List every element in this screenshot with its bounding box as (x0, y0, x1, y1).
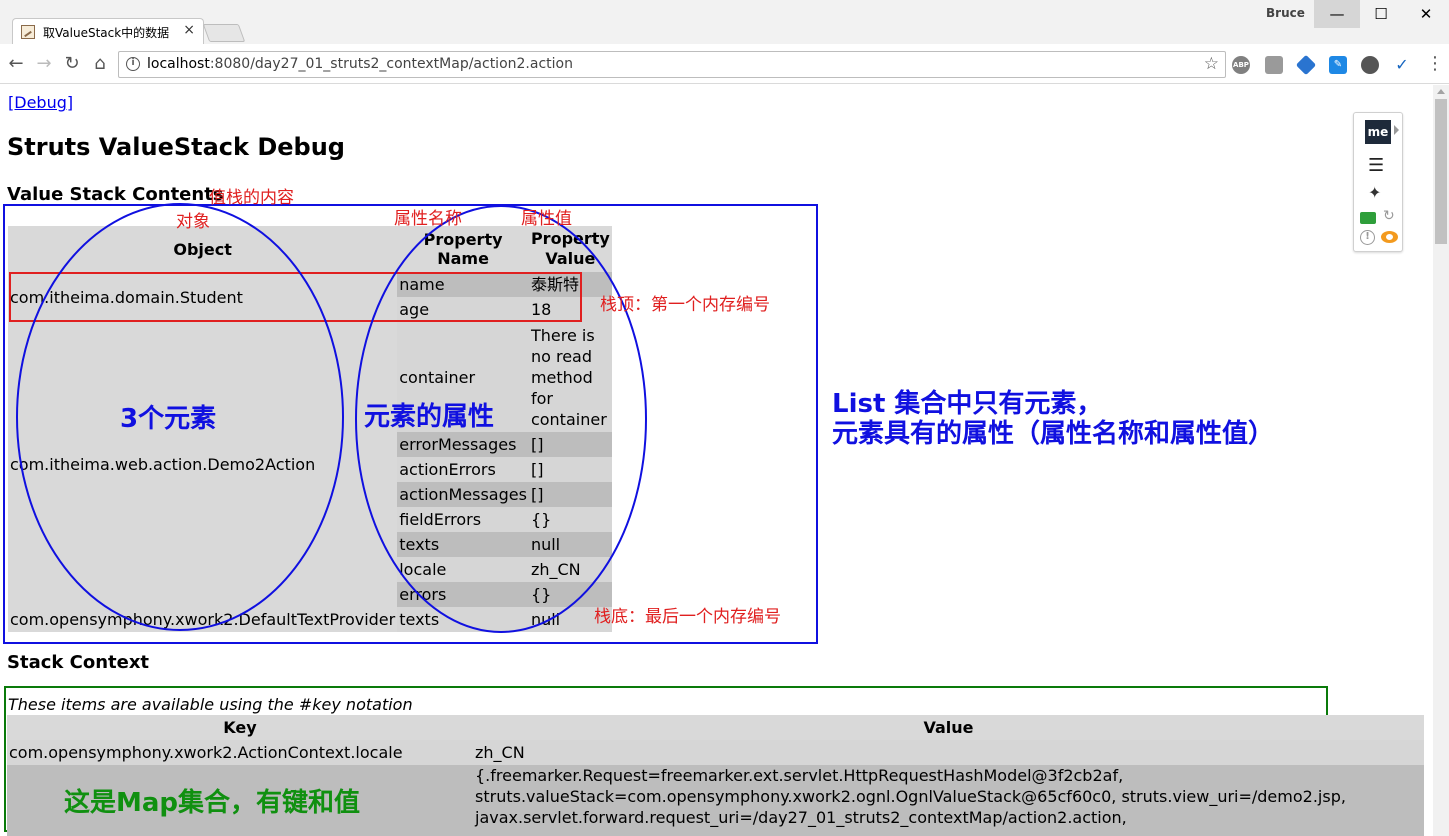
annotation-property-name-label: 属性名称 (394, 209, 462, 229)
grid-extension-icon[interactable] (1265, 56, 1283, 74)
minimize-button[interactable]: — (1314, 0, 1360, 28)
adblock-extension-icon[interactable]: ABP (1232, 56, 1250, 74)
tab-close-icon[interactable]: × (183, 22, 195, 38)
profile-name[interactable]: Bruce (1266, 6, 1305, 20)
forward-arrow-icon[interactable]: → (32, 52, 56, 76)
annotation-property-value-label: 属性值 (521, 209, 572, 229)
annotation-map-label: 这是Map集合，有键和值 (64, 788, 361, 818)
new-tab-button[interactable] (202, 24, 246, 42)
refresh-icon[interactable]: ↻ (1383, 208, 1395, 224)
eye-icon[interactable] (1381, 231, 1398, 243)
cast-icon[interactable] (1360, 212, 1376, 224)
stack-top-highlight-box (9, 272, 582, 322)
hamburger-menu-icon[interactable]: ☰ (1368, 157, 1384, 175)
tab-title: 取ValueStack中的数据 (43, 26, 170, 40)
close-window-button[interactable]: ✕ (1403, 0, 1449, 28)
annotation-element-properties: 元素的属性 (364, 402, 495, 432)
scrollbar-thumb[interactable] (1435, 99, 1447, 244)
expand-arrow-icon[interactable] (1394, 125, 1399, 135)
reload-icon[interactable]: ↻ (60, 52, 84, 76)
bookmark-star-icon[interactable]: ☆ (1204, 54, 1219, 74)
browser-toolbar: ← → ↻ ⌂ i localhost:8080/day27_01_struts… (0, 44, 1449, 84)
extension-side-panel: me ☰ ✦ ↻ ! (1353, 112, 1403, 252)
v-extension-icon[interactable]: ✓ (1393, 56, 1411, 74)
browser-title-bar: 取ValueStack中的数据 × Bruce — ☐ ✕ (0, 0, 1449, 44)
back-arrow-icon[interactable]: ← (4, 52, 28, 76)
annotation-value-stack-label: 值栈的内容 (209, 188, 294, 208)
me-logo-icon[interactable]: me (1365, 120, 1391, 144)
annotation-stack-top: 栈顶：第一个内存编号 (600, 295, 770, 315)
page-favicon-icon (21, 25, 35, 39)
scroll-up-arrow-icon[interactable] (1437, 89, 1445, 94)
browser-menu-icon[interactable]: ⋮ (1426, 54, 1444, 74)
annotation-list-line-2: 元素具有的属性（属性名称和属性值） (832, 419, 1275, 449)
browser-tab[interactable]: 取ValueStack中的数据 × (12, 18, 204, 44)
vertical-scrollbar[interactable] (1433, 85, 1449, 836)
warning-icon[interactable]: ! (1360, 230, 1375, 245)
pen-extension-icon[interactable]: ✎ (1329, 56, 1347, 74)
evernote-extension-icon[interactable] (1361, 56, 1379, 74)
annotation-three-elements: 3个元素 (120, 404, 217, 434)
site-info-icon[interactable]: i (126, 57, 140, 71)
url-text[interactable]: localhost:8080/day27_01_struts2_contextM… (147, 56, 573, 72)
cube-extension-icon[interactable] (1295, 54, 1317, 76)
maximize-button[interactable]: ☐ (1358, 0, 1404, 28)
page-viewport: [Debug] Struts ValueStack Debug Value St… (0, 85, 1433, 836)
magic-wand-icon[interactable]: ✦ (1368, 183, 1381, 202)
annotation-stack-bottom: 栈底：最后一个内存编号 (594, 607, 781, 627)
annotation-object-label: 对象 (176, 212, 210, 232)
home-icon[interactable]: ⌂ (88, 52, 112, 76)
address-bar[interactable]: i localhost:8080/day27_01_struts2_contex… (118, 51, 1226, 78)
